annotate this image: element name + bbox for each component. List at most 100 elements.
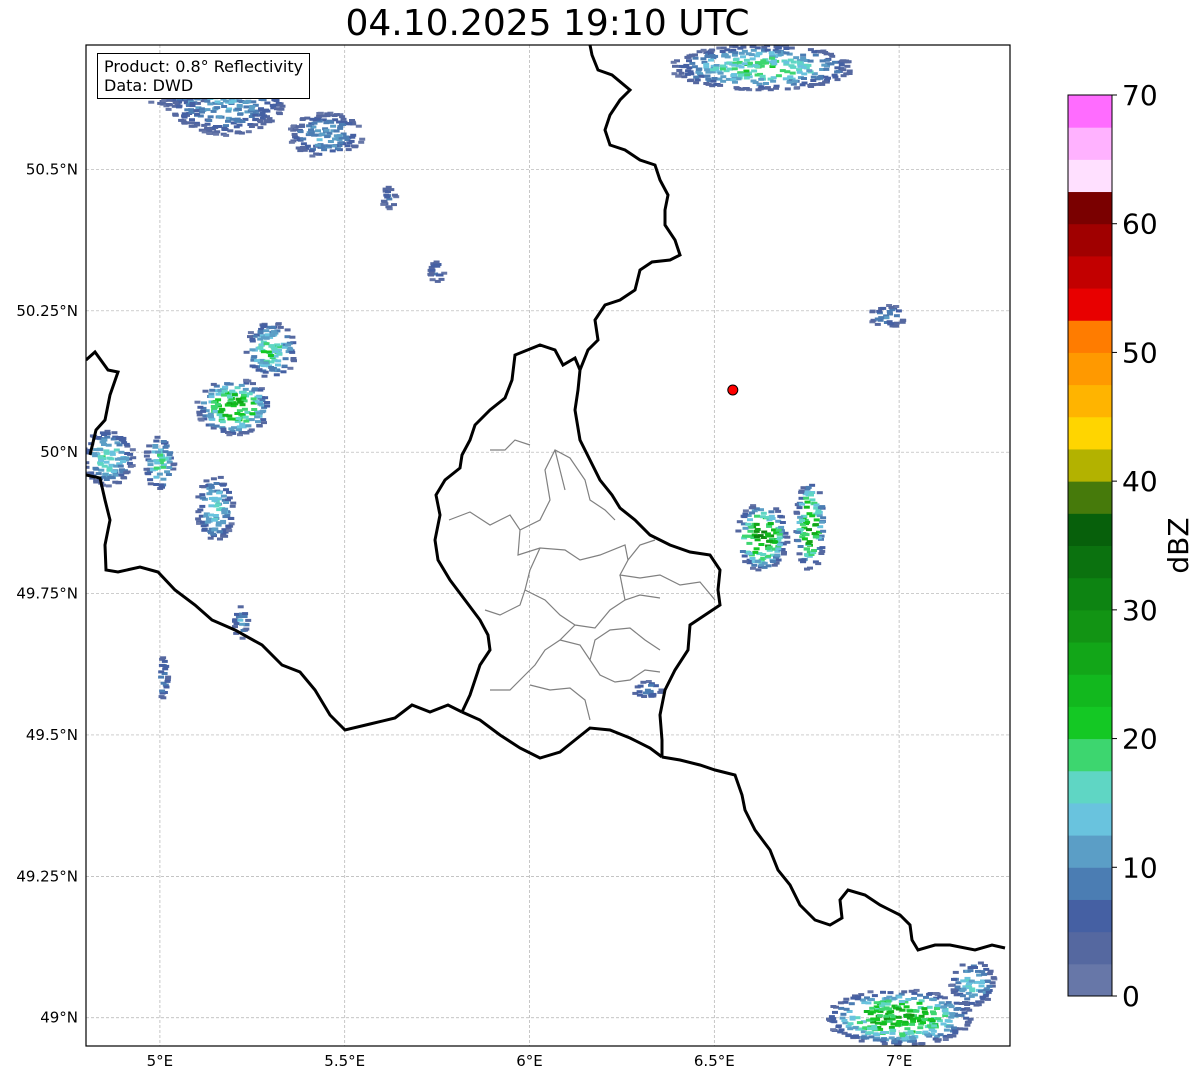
echo-pixel xyxy=(229,390,236,394)
echo-pixel xyxy=(164,679,171,683)
echo-pixel xyxy=(245,130,252,134)
echo-pixel xyxy=(257,331,264,335)
echo-pixel xyxy=(781,551,787,554)
echo-pixel xyxy=(159,689,166,693)
echo-pixel xyxy=(775,558,782,562)
colorbar-swatch xyxy=(1068,835,1112,868)
echo-pixel xyxy=(214,402,221,406)
echo-pixel xyxy=(719,50,726,53)
echo-pixel xyxy=(951,977,957,981)
echo-pixel xyxy=(935,1017,942,1021)
colorbar-swatch xyxy=(1068,255,1112,289)
echo-pixel xyxy=(840,1012,847,1016)
echo-pixel xyxy=(338,122,345,126)
echo-pixel xyxy=(876,1014,883,1018)
echo-pixel xyxy=(252,113,259,117)
echo-pixel xyxy=(321,148,328,152)
echo-pixel xyxy=(211,528,218,532)
echo-pixel xyxy=(909,1039,916,1043)
echo-pixel xyxy=(687,79,693,83)
echo-pixel xyxy=(273,99,280,103)
echo-pixel xyxy=(204,99,211,103)
echo-pixel xyxy=(181,121,188,125)
echo-pixel xyxy=(867,1012,874,1016)
echo-pixel xyxy=(210,477,217,481)
echo-pixel xyxy=(910,1017,916,1021)
echo-pixel xyxy=(760,61,767,65)
radar-site-marker xyxy=(727,384,739,396)
echo-pixel xyxy=(943,1028,950,1032)
echo-pixel xyxy=(223,133,230,137)
echo-pixel xyxy=(157,483,164,487)
echo-pixel xyxy=(213,482,220,485)
echo-pixel xyxy=(291,359,297,363)
echo-pixel xyxy=(225,119,231,123)
echo-pixel xyxy=(831,1020,838,1024)
echo-pixel xyxy=(848,1002,855,1006)
echo-pixel xyxy=(201,401,207,405)
echo-pixel xyxy=(657,690,664,694)
echo-pixel xyxy=(880,306,887,310)
echo-pixel xyxy=(300,142,307,146)
echo-pixel xyxy=(199,504,206,508)
echo-pixel xyxy=(760,511,767,515)
echo-pixel xyxy=(808,493,814,497)
echo-pixel xyxy=(720,46,727,50)
echo-pixel xyxy=(895,309,902,313)
echo-pixel xyxy=(822,80,829,84)
echo-pixel xyxy=(316,138,323,142)
echo-pixel xyxy=(152,445,159,449)
echo-pixel xyxy=(208,395,215,399)
echo-pixel xyxy=(199,496,206,500)
echo-pixel xyxy=(801,77,807,80)
lon-tick-label: 6°E xyxy=(516,1052,543,1070)
echo-pixel xyxy=(201,528,208,532)
echo-pixel xyxy=(245,618,252,622)
echo-pixel xyxy=(880,1031,887,1034)
echo-pixel xyxy=(308,149,315,153)
echo-pixel xyxy=(788,46,795,50)
echo-pixel xyxy=(234,107,241,111)
echo-pixel xyxy=(181,112,188,116)
colorbar-swatch xyxy=(1068,384,1112,418)
echo-pixel xyxy=(197,405,204,409)
echo-pixel xyxy=(819,50,826,54)
echo-pixel xyxy=(783,60,790,64)
echo-pixel xyxy=(693,75,700,79)
echo-pixel xyxy=(955,1007,962,1010)
echo-pixel xyxy=(688,53,695,57)
echo-pixel xyxy=(269,334,276,337)
echo-pixel xyxy=(786,80,793,84)
echo-pixel xyxy=(359,137,366,141)
echo-pixel xyxy=(888,1036,895,1040)
echo-pixel xyxy=(928,1017,935,1021)
echo-pixel xyxy=(753,547,760,551)
echo-pixel xyxy=(749,557,756,560)
echo-pixel xyxy=(306,124,313,128)
echo-pixel xyxy=(803,547,810,551)
echo-pixel xyxy=(281,364,288,368)
echo-pixel xyxy=(704,74,711,78)
echo-pixel xyxy=(800,58,807,62)
echo-pixel xyxy=(257,346,264,350)
echo-pixel xyxy=(256,395,262,399)
echo-pixel xyxy=(219,420,226,424)
echo-pixel xyxy=(643,691,649,695)
echo-pixel xyxy=(107,475,114,479)
echo-pixel xyxy=(962,1027,969,1031)
echo-pixel xyxy=(830,1028,837,1032)
echo-pixel xyxy=(751,69,758,73)
echo-pixel xyxy=(189,118,195,122)
echo-pixel xyxy=(214,106,221,110)
echo-pixel xyxy=(640,680,647,684)
echo-pixel xyxy=(157,453,163,457)
echo-pixel xyxy=(254,415,261,419)
echo-pixel xyxy=(230,99,237,103)
echo-pixel xyxy=(220,427,227,431)
echo-pixel xyxy=(720,64,726,68)
echo-pixel xyxy=(850,996,857,1000)
echo-pixel xyxy=(880,1037,887,1041)
echo-pixel xyxy=(215,503,221,507)
colorbar-swatch xyxy=(1068,320,1112,353)
echo-pixel xyxy=(211,518,218,522)
